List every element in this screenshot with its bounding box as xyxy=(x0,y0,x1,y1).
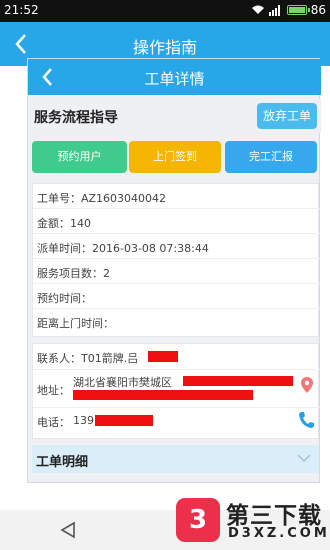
wifi-icon xyxy=(251,5,264,14)
book-user-button[interactable]: 预约用户 xyxy=(32,141,127,173)
dispatch-time: 派单时间：2016-03-08 07:38:44 xyxy=(37,242,209,255)
amount: 金额：140 xyxy=(37,217,91,230)
address-label: 地址： xyxy=(37,384,70,397)
phone-call-icon[interactable] xyxy=(298,411,314,429)
status-bar: 21:52 86 xyxy=(0,0,330,22)
watermark-title: 第三下载 xyxy=(226,503,322,529)
phone-value: 139 xyxy=(73,414,94,427)
contact-name: 联系人：T01箭牌.吕 xyxy=(37,352,139,365)
back-triangle-icon[interactable] xyxy=(58,520,78,540)
redaction-bar xyxy=(148,351,178,362)
battery-icon xyxy=(286,5,310,15)
dispatch-time-row: 派单时间：2016-03-08 07:38:44 xyxy=(33,234,320,259)
order-detail-row[interactable]: 工单明细 xyxy=(32,445,319,473)
appointment-time: 预约时间： xyxy=(37,292,92,305)
order-info-card: 工单号：AZ1603040042 金额：140 派单时间：2016-03-08 … xyxy=(32,183,320,337)
redaction-bar xyxy=(73,390,253,400)
service-count-row: 服务项目数：2 xyxy=(33,259,320,284)
watermark-logo: 3 xyxy=(176,498,220,542)
phone-label: 电话： xyxy=(37,416,70,429)
appointment-time-row: 预约时间： xyxy=(33,284,320,309)
action-buttons: 预约用户 上门签到 完工汇报 xyxy=(28,139,321,175)
location-pin-icon[interactable] xyxy=(300,376,314,394)
service-guide-label: 服务流程指导 xyxy=(34,110,118,126)
time-until-visit-row: 距离上门时间： xyxy=(33,309,320,334)
address-value: 湖北省襄阳市樊城区 xyxy=(73,376,172,389)
redaction-bar xyxy=(95,415,153,426)
service-guide-row: 服务流程指导 放弃工单 xyxy=(28,99,321,133)
signin-button[interactable]: 上门签到 xyxy=(129,141,221,173)
amount-row: 金额：140 xyxy=(33,209,320,234)
battery-level: 86 xyxy=(310,3,326,17)
service-count: 服务项目数：2 xyxy=(37,267,110,280)
watermark: 3 第三下载 D3XZ.COM xyxy=(170,494,330,550)
order-number: 工单号：AZ1603040042 xyxy=(37,192,167,205)
time-until-visit: 距离上门时间： xyxy=(37,317,114,330)
order-detail-label: 工单明细 xyxy=(36,455,89,470)
status-indicators: 86 xyxy=(251,3,326,17)
order-number-row: 工单号：AZ1603040042 xyxy=(33,184,320,209)
completion-report-button[interactable]: 完工汇报 xyxy=(225,141,317,173)
inner-header: 工单详情 xyxy=(28,59,321,95)
abandon-order-button[interactable]: 放弃工单 xyxy=(257,103,317,129)
status-time: 21:52 xyxy=(4,3,39,17)
contact-card: 联系人：T01箭牌.吕 地址： 湖北省襄阳市樊城区 电话： 139 xyxy=(32,343,320,439)
redaction-bar xyxy=(183,376,293,386)
address-row[interactable]: 地址： 湖北省襄阳市樊城区 xyxy=(33,370,320,408)
page-title: 操作指南 xyxy=(132,38,197,57)
watermark-domain: D3XZ.COM xyxy=(228,526,330,541)
inner-page-title: 工单详情 xyxy=(144,70,205,88)
chevron-down-icon xyxy=(297,454,311,463)
guide-screenshot: 工单详情 服务流程指导 放弃工单 预约用户 上门签到 完工汇报 工单号：AZ16… xyxy=(27,58,321,483)
contact-name-row: 联系人：T01箭牌.吕 xyxy=(33,344,320,370)
signal-icon xyxy=(268,4,280,16)
phone-row[interactable]: 电话： 139 xyxy=(33,408,320,438)
